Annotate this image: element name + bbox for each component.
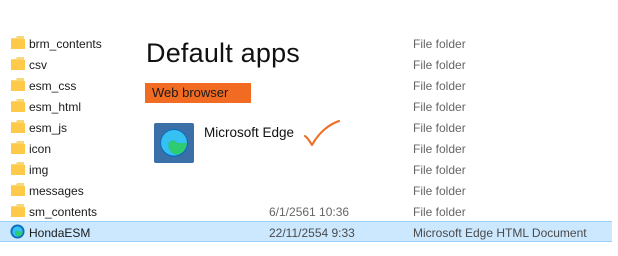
file-type: File folder	[413, 79, 466, 93]
file-name: esm_js	[29, 121, 68, 135]
file-name: icon	[29, 142, 52, 156]
file-type: File folder	[413, 184, 466, 198]
folder-icon	[11, 204, 25, 217]
folder-icon	[11, 57, 25, 70]
folder-icon	[11, 120, 25, 133]
screenshot-stage: brm_contents File folder csv File folder…	[0, 0, 618, 256]
file-type: File folder	[413, 100, 466, 114]
file-type: File folder	[413, 121, 466, 135]
file-type: File folder	[413, 163, 466, 177]
file-name: esm_html	[29, 100, 82, 114]
folder-icon	[11, 99, 25, 112]
checkmark-icon	[304, 120, 340, 146]
file-type: File folder	[413, 37, 466, 51]
default-browser-button[interactable]	[154, 123, 194, 163]
folder-icon	[11, 141, 25, 154]
file-name: brm_contents	[29, 37, 102, 51]
file-type: File folder	[413, 58, 466, 72]
file-name: esm_css	[29, 79, 77, 93]
file-name: HondaESM	[29, 226, 91, 240]
edge-icon	[160, 129, 188, 157]
page-title: Default apps	[146, 38, 300, 68]
file-name: messages	[29, 184, 84, 198]
web-browser-label: Web browser	[145, 83, 251, 103]
file-type: File folder	[413, 142, 466, 156]
folder-icon	[11, 36, 25, 49]
edge-icon	[10, 224, 25, 239]
file-type: File folder	[413, 205, 466, 219]
folder-icon	[11, 162, 25, 175]
file-type: Microsoft Edge HTML Document	[413, 226, 587, 240]
file-name: csv	[29, 58, 47, 72]
file-name: img	[29, 163, 49, 177]
file-row-selected[interactable]: HondaESM 22/11/2554 9:33 Microsoft Edge …	[0, 221, 612, 242]
folder-icon	[11, 78, 25, 91]
folder-icon	[11, 183, 25, 196]
file-date: 6/1/2561 10:36	[269, 205, 350, 219]
file-row[interactable]: sm_contents 6/1/2561 10:36 File folder	[0, 201, 618, 222]
default-browser-name[interactable]: Microsoft Edge	[204, 125, 294, 140]
file-date: 22/11/2554 9:33	[269, 226, 355, 240]
file-name: sm_contents	[29, 205, 98, 219]
